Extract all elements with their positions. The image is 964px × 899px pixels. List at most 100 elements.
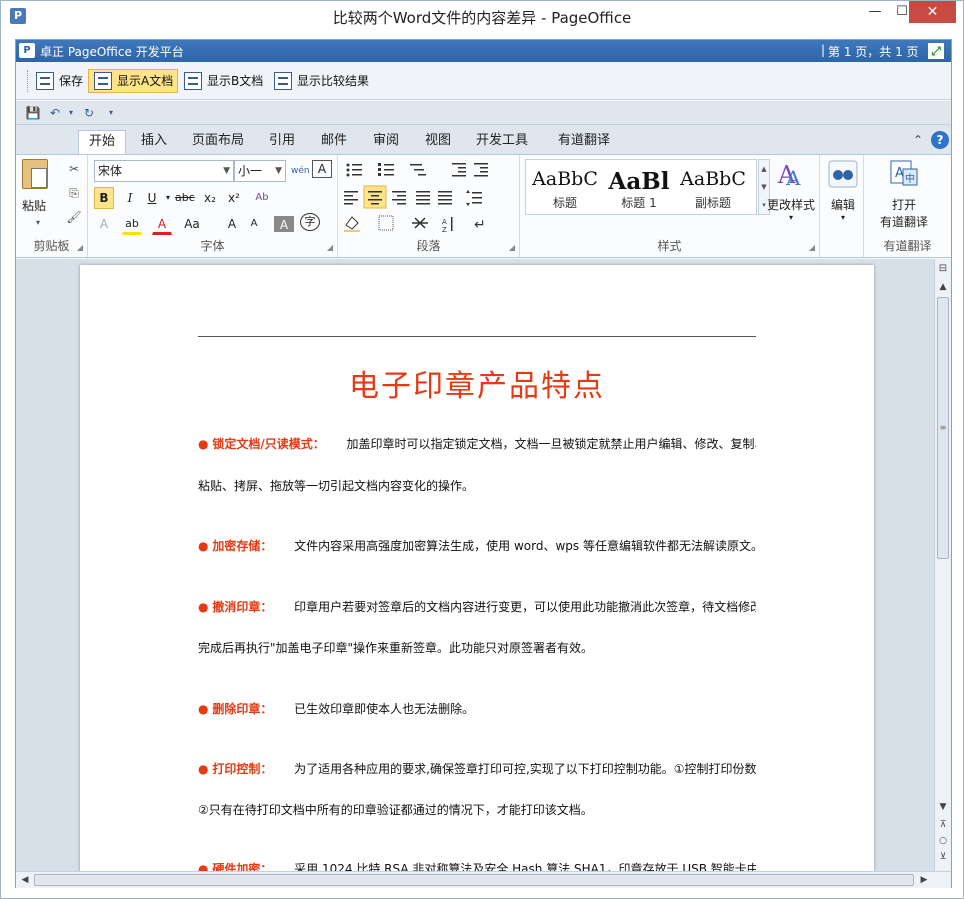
tab-page-layout[interactable]: 页面布局: [186, 130, 250, 154]
scroll-up-icon[interactable]: ▲: [935, 279, 951, 295]
paragraph-hardware-encryption: ● 硬件加密： 采用 1024 比特 RSA 非对称算法及安全 Hash 算法 …: [198, 862, 756, 871]
minimize-button[interactable]: —: [860, 1, 890, 23]
sort-icon: AZ: [442, 217, 453, 233]
strikethrough-button[interactable]: abc: [174, 187, 196, 209]
document-title: 电子印章产品特点: [349, 369, 605, 404]
paragraph-lock-mode-cont: 粘贴、拷屏、拖放等一切引起文档内容变化的操作。: [198, 479, 475, 493]
scroll-left-icon[interactable]: ◀: [17, 872, 33, 888]
borders-icon: [378, 215, 394, 231]
open-youdao-translate-button[interactable]: A 中 打开 有道翻译: [872, 159, 936, 230]
paragraph-print-control-cont: ②只有在待打印文档中所有的印章验证都通过的情况下，才能打印该文档。: [198, 803, 593, 817]
text-effects-button[interactable]: A: [94, 213, 114, 235]
clear-formatting-button[interactable]: Ab: [252, 187, 272, 209]
pageoffice-logo-icon: P: [19, 43, 35, 58]
change-styles-icon: A A: [777, 161, 801, 190]
previous-page-icon[interactable]: ⊼: [935, 817, 951, 833]
line-spacing-icon: [466, 190, 482, 206]
format-painter-icon[interactable]: 🖌: [66, 209, 82, 225]
paragraph-dialog-launcher-icon[interactable]: ◢: [509, 243, 515, 252]
application-window: P 比较两个Word文件的内容差异 - PageOffice — ☐ ✕ P 卓…: [0, 0, 964, 899]
paste-icon[interactable]: [22, 159, 48, 189]
change-styles-dropdown-icon: ▾: [788, 213, 793, 222]
collapse-ribbon-icon[interactable]: ⌃: [909, 131, 927, 149]
tab-home[interactable]: 开始: [78, 130, 126, 154]
tab-references[interactable]: 引用: [260, 130, 304, 154]
customize-qat-icon[interactable]: ▾: [102, 104, 120, 122]
redo-icon[interactable]: ↻: [80, 104, 98, 122]
style-heading-1[interactable]: AaBl 标题 1: [604, 162, 674, 212]
horizontal-scrollbar[interactable]: ◀ ▶: [16, 871, 951, 888]
tab-view[interactable]: 视图: [416, 130, 460, 154]
highlight-color-button[interactable]: ab: [122, 213, 142, 235]
tab-review[interactable]: 审阅: [364, 130, 408, 154]
show-doc-a-button[interactable]: 显示A文档: [88, 69, 179, 93]
editing-group: 编辑 ▾: [820, 155, 864, 257]
clipboard-group: 粘贴 ▾ ✂ ⎘ 🖌 剪贴板 ◢: [16, 155, 88, 257]
font-size-combo[interactable]: 小一 ▼: [234, 160, 286, 182]
select-browse-object-icon[interactable]: ○: [935, 833, 951, 849]
character-border-button[interactable]: A: [312, 160, 332, 178]
cut-icon[interactable]: ✂: [66, 161, 82, 177]
paste-dropdown-icon[interactable]: ▾: [30, 215, 46, 231]
svg-text:A: A: [785, 166, 801, 189]
tab-youdao-translate[interactable]: 有道翻译: [544, 130, 624, 154]
font-dialog-launcher-icon[interactable]: ◢: [327, 243, 333, 252]
pageoffice-header: P 卓正 PageOffice 开发平台 | 第 1 页，共 1 页 ⤢: [16, 40, 951, 62]
enclose-characters-button[interactable]: 字: [300, 213, 320, 231]
styles-dialog-launcher-icon[interactable]: ◢: [809, 243, 815, 252]
tab-developer[interactable]: 开发工具: [468, 130, 536, 154]
svg-text:A: A: [442, 218, 447, 226]
phonetic-guide-button[interactable]: wén: [290, 160, 311, 182]
clipboard-dialog-launcher-icon[interactable]: ◢: [77, 243, 83, 252]
save-icon[interactable]: 💾: [24, 104, 42, 122]
help-icon[interactable]: ?: [931, 131, 949, 149]
bold-button[interactable]: B: [94, 187, 114, 209]
close-button[interactable]: ✕: [909, 1, 956, 23]
vertical-scrollbar[interactable]: ⊟ ▲ ≡ ▼ ⊼ ○ ⊻: [934, 259, 951, 871]
show-compare-result-button[interactable]: 显示比较结果: [268, 69, 374, 93]
styles-gallery: AaBbC 标题 AaBl 标题 1 AaBbC 副标题: [525, 159, 757, 215]
change-case-button[interactable]: Aa: [182, 213, 202, 235]
numbering-icon: [378, 163, 394, 176]
style-subtitle[interactable]: AaBbC 副标题: [678, 162, 748, 212]
tab-mailings[interactable]: 邮件: [312, 130, 356, 154]
paragraph-controls[interactable]: AZ ↵: [344, 161, 514, 233]
copy-icon[interactable]: ⎘: [66, 185, 82, 201]
show-doc-b-button[interactable]: 显示B文档: [178, 69, 268, 93]
align-right-icon: [392, 191, 406, 205]
pageoffice-frame: P 卓正 PageOffice 开发平台 | 第 1 页，共 1 页 ⤢ 保存 …: [15, 39, 952, 888]
subscript-button[interactable]: x₂: [200, 187, 220, 209]
grow-font-button[interactable]: A: [222, 213, 242, 235]
editing-button[interactable]: 编辑 ▾: [826, 159, 860, 222]
next-page-icon[interactable]: ⊻: [935, 849, 951, 865]
vertical-scroll-thumb[interactable]: ≡: [937, 297, 949, 559]
style-title[interactable]: AaBbC 标题: [530, 162, 600, 212]
scroll-down-icon[interactable]: ▼: [935, 799, 951, 815]
paragraph-revoke-seal-cont: 完成后再执行"加盖电子印章"操作来重新签章。此功能只对原签署者有效。: [198, 641, 594, 655]
title-bar: P 比较两个Word文件的内容差异 - PageOffice — ☐ ✕: [1, 1, 963, 33]
document-page[interactable]: 电子印章产品特点 ● 锁定文档/只读模式： 加盖印章时可以指定锁定文档，文档一旦…: [80, 265, 874, 871]
superscript-button[interactable]: x²: [224, 187, 244, 209]
tab-insert[interactable]: 插入: [132, 130, 176, 154]
change-styles-button[interactable]: A A 更改样式 ▾: [764, 159, 818, 222]
binoculars-icon: [828, 160, 858, 188]
increase-indent-icon: [474, 163, 488, 177]
page-info: 第 1 页，共 1 页: [828, 45, 919, 59]
paste-button[interactable]: 粘贴: [22, 197, 46, 214]
editing-dropdown-icon: ▾: [840, 213, 845, 222]
fullscreen-icon[interactable]: ⤢: [928, 43, 944, 59]
horizontal-scroll-thumb[interactable]: [34, 874, 914, 886]
italic-button[interactable]: I: [120, 187, 140, 209]
save-button[interactable]: 保存: [30, 69, 88, 93]
undo-dropdown-icon[interactable]: ▾: [62, 104, 80, 122]
shrink-font-button[interactable]: A: [244, 213, 264, 235]
scroll-right-icon[interactable]: ▶: [916, 872, 932, 888]
ruler-toggle-icon[interactable]: ⊟: [935, 261, 951, 277]
character-shading-button[interactable]: A: [274, 216, 294, 232]
chevron-down-icon: ▼: [223, 166, 230, 176]
document-area[interactable]: 电子印章产品特点 ● 锁定文档/只读模式： 加盖印章时可以指定锁定文档，文档一旦…: [16, 259, 934, 871]
paragraph-group: AZ ↵ 段落 ◢: [338, 155, 520, 257]
font-color-button[interactable]: A: [152, 213, 172, 235]
ribbon-tabs: 开始 插入 页面布局 引用 邮件 审阅 视图 开发工具 有道翻译 ⌃ ?: [16, 125, 951, 154]
font-name-combo[interactable]: 宋体 ▼: [94, 160, 234, 182]
